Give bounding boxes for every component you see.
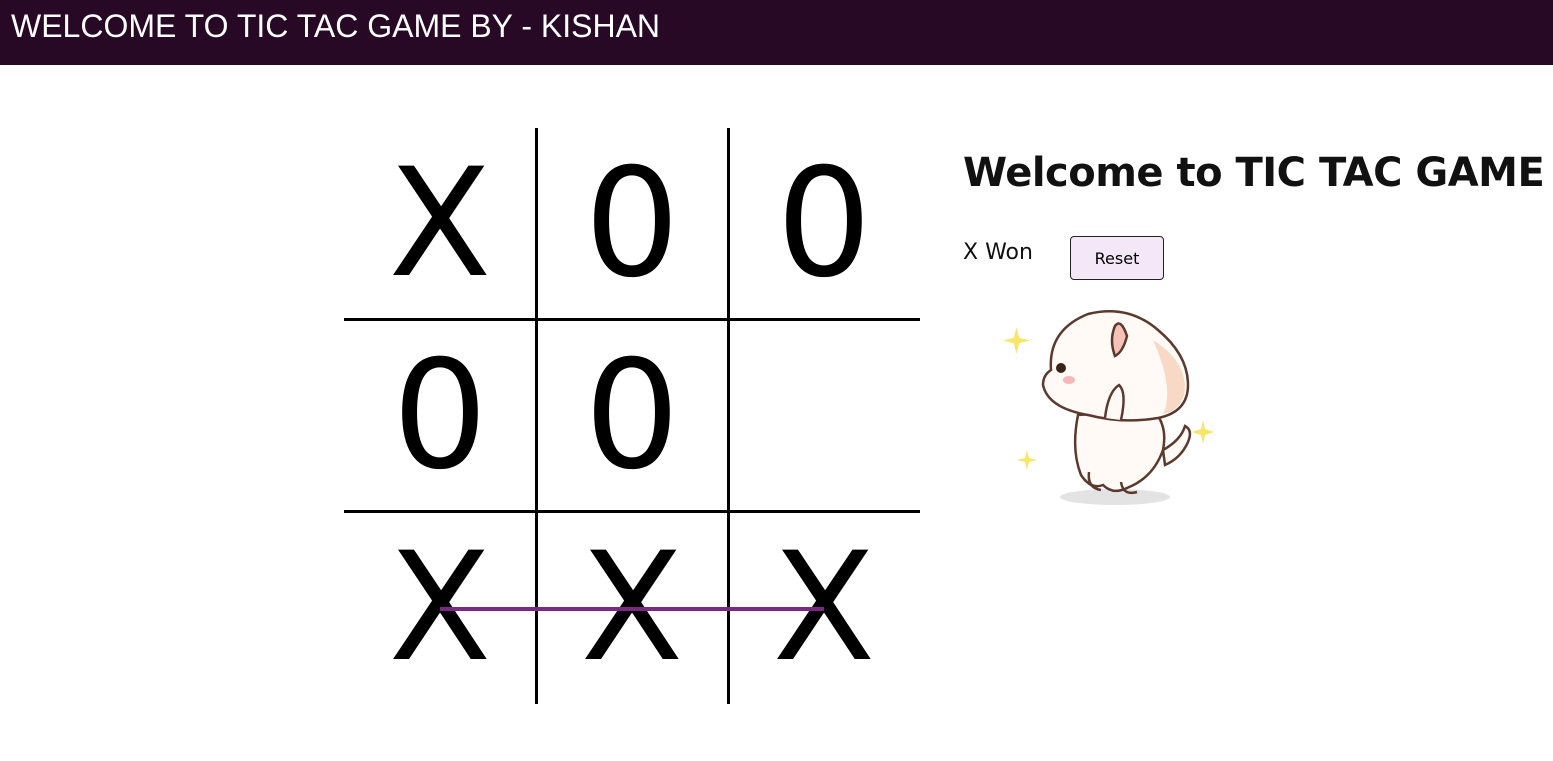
welcome-heading: Welcome to TIC TAC GAME: [963, 150, 1545, 196]
winning-line: [440, 607, 824, 611]
board-cell-4[interactable]: 0: [344, 320, 536, 512]
top-bar: WELCOME TO TIC TAC GAME BY - KISHAN: [0, 0, 1553, 65]
board-cell-3[interactable]: 0: [728, 128, 920, 320]
game-status: X Won: [963, 240, 1033, 265]
grid-line-vertical-1: [535, 128, 538, 704]
board-cell-1[interactable]: X: [344, 128, 536, 320]
cute-cat-icon: [1003, 310, 1214, 505]
grid-line-vertical-2: [727, 128, 730, 704]
app-title: WELCOME TO TIC TAC GAME BY - KISHAN: [11, 8, 661, 44]
board-cell-5[interactable]: 0: [536, 320, 728, 512]
grid-line-horizontal-1: [344, 318, 920, 321]
game-board: X 0 0 0 0 X X X: [344, 128, 920, 704]
board-cell-2[interactable]: 0: [536, 128, 728, 320]
reset-button[interactable]: Reset: [1070, 236, 1164, 280]
grid-line-horizontal-2: [344, 510, 920, 513]
board-cell-6[interactable]: [728, 320, 920, 512]
